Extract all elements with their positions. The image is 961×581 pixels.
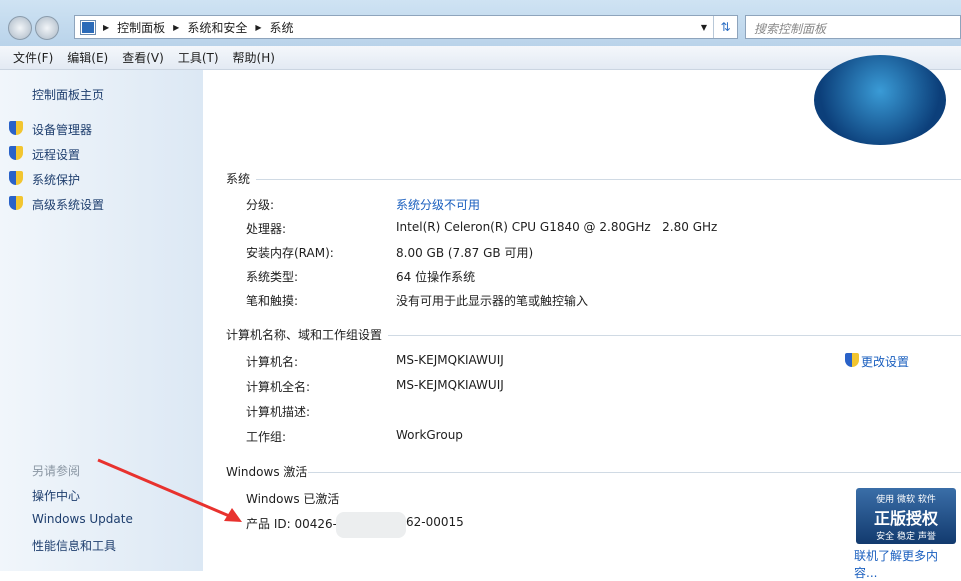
menu-tools[interactable]: 工具(T) (178, 49, 219, 66)
badge-line: 安全 稳定 声誉 (876, 532, 936, 542)
pen-label: 笔和触摸: (246, 294, 299, 308)
product-id-tail: 62-00015 (406, 515, 464, 529)
activation-status: Windows 已激活 (246, 492, 340, 506)
red-arrow-annotation (97, 458, 242, 522)
badge-line: 使用 微软 软件 (876, 495, 936, 505)
processor-value: Intel(R) Celeron(R) CPU G1840 @ 2.80GHz … (396, 220, 718, 234)
divider (388, 335, 961, 336)
full-name-value: MS-KEJMQKIAWUIJ (396, 378, 504, 392)
see-also-heading: 另请参阅 (32, 464, 81, 478)
menu-file[interactable]: 文件(F) (13, 49, 53, 66)
workgroup-label: 工作组: (246, 430, 287, 444)
forward-button[interactable] (35, 16, 59, 40)
sidebar-action-center[interactable]: 操作中心 (32, 487, 80, 504)
shield-icon (9, 196, 23, 210)
redacted-region (336, 512, 406, 538)
divider (256, 179, 961, 180)
menu-edit[interactable]: 编辑(E) (67, 49, 108, 66)
genuine-badge[interactable]: 使用 微软 软件 正版授权 安全 稳定 声誉 (856, 488, 956, 544)
change-settings-link[interactable]: 更改设置 (861, 353, 909, 370)
shield-icon (9, 171, 23, 185)
sidebar-protection[interactable]: 系统保护 (32, 171, 80, 188)
sidebar-advanced[interactable]: 高级系统设置 (32, 196, 104, 213)
chevron-right-icon: ▶ (255, 22, 262, 32)
ram-label: 安装内存(RAM): (246, 246, 334, 260)
back-button[interactable] (8, 16, 32, 40)
badge-title: 正版授权 (873, 509, 938, 528)
sidebar-home[interactable]: 控制面板主页 (32, 86, 104, 103)
section-system: 系统 (226, 172, 251, 186)
chevron-right-icon: ▶ (103, 22, 110, 32)
learn-more-link[interactable]: 联机了解更多内容... (854, 547, 961, 581)
chevron-right-icon: ▶ (173, 22, 180, 32)
menu-view[interactable]: 查看(V) (122, 49, 164, 66)
computer-name-value: MS-KEJMQKIAWUIJ (396, 353, 504, 367)
title-bar: ▶ 控制面板 ▶ 系统和安全 ▶ 系统 ▼ ⇅ 搜索控制面板 (0, 0, 961, 46)
dropdown-icon[interactable]: ▼ (701, 23, 707, 32)
workgroup-value: WorkGroup (396, 428, 463, 442)
sidebar-remote[interactable]: 远程设置 (32, 146, 80, 163)
shield-icon (9, 146, 23, 160)
crumb-system-security[interactable]: 系统和安全 (187, 19, 247, 36)
crumb-control-panel[interactable]: 控制面板 (117, 19, 165, 36)
search-input[interactable]: 搜索控制面板 (745, 15, 961, 39)
ram-value: 8.00 GB (7.87 GB 可用) (396, 246, 534, 260)
sidebar-performance[interactable]: 性能信息和工具 (32, 537, 116, 554)
crumb-system[interactable]: 系统 (270, 19, 294, 36)
type-label: 系统类型: (246, 270, 299, 284)
divider (308, 472, 961, 473)
shield-icon (845, 353, 859, 367)
shield-icon (9, 121, 23, 135)
processor-label: 处理器: (246, 222, 287, 236)
product-id-label: 产品 ID: 00426- (246, 517, 337, 531)
computer-name-label: 计算机名: (246, 355, 299, 369)
type-value: 64 位操作系统 (396, 270, 476, 284)
sidebar-device-manager[interactable]: 设备管理器 (32, 121, 92, 138)
menu-help[interactable]: 帮助(H) (233, 49, 275, 66)
full-name-label: 计算机全名: (246, 380, 311, 394)
description-label: 计算机描述: (246, 405, 311, 419)
menu-bar: 文件(F) 编辑(E) 查看(V) 工具(T) 帮助(H) (0, 46, 961, 70)
pen-value: 没有可用于此显示器的笔或触控输入 (396, 294, 589, 308)
rating-link[interactable]: 系统分级不可用 (396, 196, 480, 213)
computer-icon (80, 19, 96, 35)
address-bar[interactable]: ▶ 控制面板 ▶ 系统和安全 ▶ 系统 ▼ ⇅ (74, 15, 738, 39)
rating-label: 分级: (246, 198, 275, 212)
windows-logo (814, 55, 946, 145)
section-computer: 计算机名称、域和工作组设置 (226, 328, 383, 342)
refresh-icon[interactable]: ⇅ (713, 16, 737, 38)
